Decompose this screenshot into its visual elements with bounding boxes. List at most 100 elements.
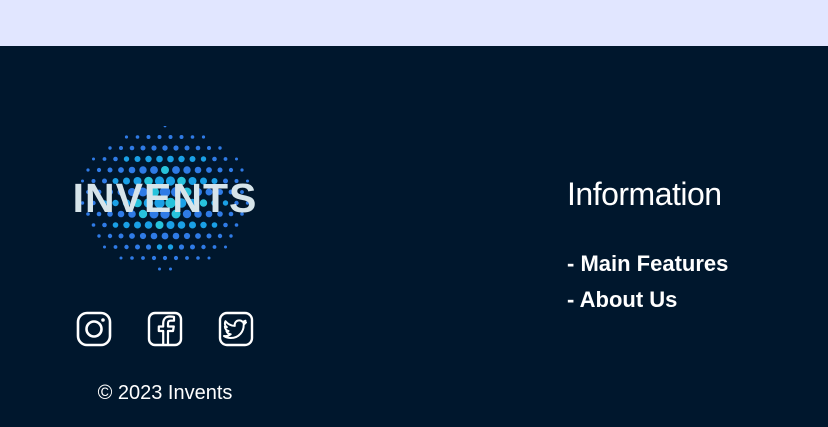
logo-dot bbox=[102, 157, 107, 161]
main-features-link[interactable]: - Main Features bbox=[567, 246, 728, 282]
logo-dot bbox=[206, 167, 212, 173]
about-us-link[interactable]: - About Us bbox=[567, 282, 728, 318]
logo-dot bbox=[134, 156, 141, 162]
logo-dot bbox=[224, 245, 227, 249]
logo-dot bbox=[151, 145, 157, 151]
twitter-link[interactable] bbox=[217, 310, 255, 348]
logo-dot bbox=[168, 135, 173, 139]
logo-dot bbox=[123, 156, 130, 162]
invents-logo[interactable]: INVENTS bbox=[70, 126, 260, 281]
logo-dot bbox=[103, 245, 106, 249]
logo-dot bbox=[129, 233, 135, 239]
logo-dot bbox=[119, 146, 123, 150]
logo-dot bbox=[169, 267, 172, 271]
logo-dot bbox=[118, 233, 124, 239]
logo-dot bbox=[189, 221, 196, 229]
logo-dot bbox=[108, 146, 112, 150]
logo-dot bbox=[150, 232, 158, 240]
logo-dot bbox=[228, 167, 234, 173]
logo-dot bbox=[118, 167, 124, 173]
logo-dot bbox=[157, 135, 162, 139]
logo-dot bbox=[155, 221, 164, 229]
logo-dot bbox=[96, 167, 102, 173]
facebook-icon bbox=[147, 311, 183, 347]
logo-dot bbox=[207, 146, 211, 150]
logo-dot bbox=[112, 222, 119, 228]
logo-dot bbox=[240, 168, 244, 172]
logo-text: INVENTS bbox=[72, 175, 258, 221]
logo-dot bbox=[229, 234, 233, 238]
logo-dot bbox=[234, 223, 239, 227]
instagram-link[interactable] bbox=[75, 310, 113, 348]
logo-dot bbox=[146, 135, 151, 139]
logo-dot bbox=[190, 244, 195, 250]
logo-dot bbox=[139, 166, 147, 174]
logo-dot bbox=[129, 145, 135, 151]
logo-dot bbox=[107, 167, 113, 173]
logo-dot bbox=[223, 157, 228, 161]
logo-dot bbox=[235, 157, 238, 161]
logo-dot bbox=[156, 155, 163, 163]
logo-dot bbox=[190, 135, 195, 139]
logo-dot bbox=[158, 267, 161, 271]
logo-dot bbox=[140, 145, 146, 151]
logo-dot bbox=[135, 244, 140, 250]
logo-dot bbox=[102, 222, 107, 228]
logo-dot bbox=[178, 155, 185, 163]
logo-dot bbox=[162, 255, 168, 261]
logo-dot bbox=[185, 256, 189, 260]
logo-dot bbox=[144, 221, 153, 229]
logo-dot bbox=[196, 256, 200, 260]
logo-dot bbox=[135, 135, 140, 139]
logo-dot bbox=[162, 145, 168, 151]
logo-dot bbox=[124, 135, 129, 139]
logo-dot bbox=[91, 223, 96, 227]
logo-dot bbox=[151, 255, 157, 261]
logo-dot bbox=[183, 166, 191, 174]
logo-dot bbox=[166, 221, 175, 229]
logo-dot bbox=[113, 156, 118, 162]
logo-dot bbox=[217, 233, 223, 239]
logo-dot bbox=[223, 222, 228, 228]
logo-dot bbox=[179, 135, 184, 139]
logo-dot bbox=[130, 256, 134, 260]
logo-dot bbox=[200, 156, 207, 162]
logo-dot bbox=[167, 244, 174, 250]
logo-dot bbox=[201, 135, 206, 139]
logo-dot bbox=[206, 233, 212, 239]
copyright-text: © 2023 Invents bbox=[97, 382, 233, 404]
logo-dot bbox=[172, 232, 180, 240]
logo-dot bbox=[211, 222, 218, 228]
logo-dot bbox=[173, 255, 179, 261]
logo-dot bbox=[107, 233, 113, 239]
logo-dot bbox=[150, 166, 158, 174]
logo-dot bbox=[201, 244, 206, 250]
logo-dot bbox=[128, 166, 136, 174]
logo-dot bbox=[200, 221, 207, 229]
information-heading: Information bbox=[567, 176, 722, 212]
logo-dot bbox=[212, 245, 217, 249]
logo-dot bbox=[92, 157, 95, 161]
logo-dot bbox=[183, 232, 191, 240]
logo-dot bbox=[177, 221, 186, 229]
logo-dot bbox=[194, 166, 202, 174]
logo-dot bbox=[124, 244, 129, 250]
logo-dot bbox=[189, 156, 196, 162]
logo-dot bbox=[212, 156, 217, 162]
logo-dot bbox=[134, 221, 141, 229]
logo-dot bbox=[141, 256, 145, 260]
logo-dot bbox=[119, 256, 123, 260]
logo-dot bbox=[97, 234, 101, 238]
logo-dot bbox=[145, 155, 152, 163]
site-footer: INVENTS © 2023 Invents Information - Mai… bbox=[0, 46, 828, 427]
logo-dot bbox=[161, 166, 169, 174]
twitter-icon bbox=[218, 311, 254, 347]
logo-dot bbox=[217, 167, 223, 173]
logo-dot bbox=[173, 145, 179, 151]
logo-dot bbox=[139, 232, 147, 240]
logo-dot bbox=[123, 221, 130, 229]
logo-dot bbox=[145, 244, 152, 250]
logo-dot bbox=[195, 145, 201, 151]
facebook-link[interactable] bbox=[146, 310, 184, 348]
logo-dot bbox=[195, 233, 201, 239]
